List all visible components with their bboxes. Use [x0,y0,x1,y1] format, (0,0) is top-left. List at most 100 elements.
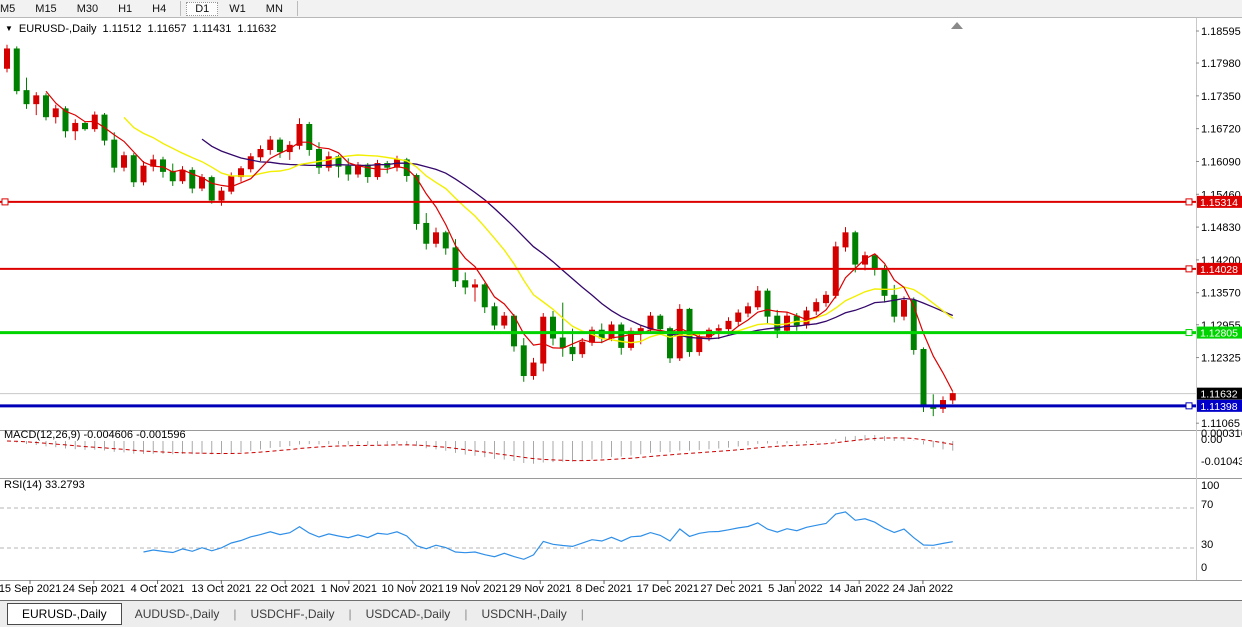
rsi-value: 33.2793 [45,479,85,491]
trading-platform-window: { "toolbar": { "timeframes": [ {"label":… [0,0,1242,627]
date-tick: 4 Oct 2021 [131,583,185,595]
hline-handle[interactable] [1186,403,1192,409]
candle-body [346,166,351,174]
toolbar-separator [180,1,181,16]
candle-body [570,347,575,353]
ohlc-close: 1.11632 [237,23,276,35]
date-tick: 24 Sep 2021 [63,583,125,595]
timeframe-button-mn[interactable]: MN [257,2,292,16]
ohlc-open: 1.11512 [103,23,142,35]
candle-body [638,329,643,332]
candle-body [53,109,58,117]
candle-body [902,301,907,317]
candle-body [24,91,29,104]
candle-body [746,307,751,313]
hlines-layer [0,199,1196,409]
candle-body [209,178,214,200]
rsi-axis-tick: 70 [1201,499,1213,511]
timeframe-button-h4[interactable]: H4 [143,2,175,16]
timeframe-button-w1[interactable]: W1 [220,2,255,16]
date-tick: 14 Jan 2022 [829,583,890,595]
candle-body [307,124,312,149]
chart-title: ▼EURUSD-,Daily1.115121.116571.114311.116… [5,23,276,35]
candle-body [531,363,536,376]
candle-body [580,342,585,353]
candle-body [5,49,10,68]
candle-body [170,171,175,180]
candle-body [551,317,556,338]
hline-handle[interactable] [1186,330,1192,336]
symbol-dropdown-icon[interactable]: ▼ [5,24,13,33]
candle-body [892,295,897,316]
tab-eurusd[interactable]: EURUSD-,Daily [7,603,122,625]
candle-body [141,166,146,182]
date-tick: 1 Nov 2021 [321,583,377,595]
candle-body [872,256,877,270]
timeframe-button-d1[interactable]: D1 [186,2,218,16]
candle-body [658,316,663,329]
rsi-axis-tick: 100 [1201,480,1219,492]
price-badge: 1.11398 [1200,401,1237,413]
candle-body [521,346,526,376]
price-badge: 1.14028 [1200,264,1238,276]
candle-body [375,164,380,177]
rsi-layer: 10070300 [0,480,1219,574]
candle-body [726,321,731,328]
ma-fast-line [46,91,953,391]
price-badge: 1.11632 [1200,389,1237,401]
candle-body [794,316,799,325]
timeframe-button-m5[interactable]: M5 [0,2,24,16]
candle-body [541,317,546,363]
macd-axis-tick: -0.010431 [1201,456,1242,468]
tab-usdchf[interactable]: USDCHF-,Daily [238,604,348,624]
candle-body [248,157,253,169]
candle-body [414,176,419,224]
candle-body [473,285,478,287]
candle-body [229,177,234,192]
rsi-axis-tick: 0 [1201,562,1207,574]
candle-body [443,233,448,248]
hline-handle[interactable] [2,199,8,205]
price-badge: 1.12805 [1200,328,1238,340]
tab-usdcnh[interactable]: USDCNH-,Daily [468,604,579,624]
macd-signal-line [7,438,953,461]
macd-name: MACD(12,26,9) [4,429,80,441]
date-tick: 15 Sep 2021 [0,583,61,595]
timeframe-toolbar: M5M15M30H1H4 D1W1MN [0,0,1242,18]
date-tick: 22 Oct 2021 [255,583,315,595]
price-tick: 1.18595 [1201,26,1241,38]
hline-handle[interactable] [1186,199,1192,205]
timeframe-button-m15[interactable]: M15 [26,2,65,16]
candle-body [14,49,19,91]
candle-body [736,313,741,321]
candle-body [716,329,721,331]
hline-handle[interactable] [1186,266,1192,272]
candle-body [453,248,458,281]
candle-body [755,291,760,307]
candle-body [122,156,127,167]
chart-canvas[interactable]: 1.185951.179801.173501.167201.160901.154… [0,0,1242,627]
macd-layer: 0.00031650.00-0.010431 [7,428,1242,468]
price-tick: 1.16090 [1201,156,1241,168]
tab-audusd[interactable]: AUDUSD-,Daily [122,604,233,624]
price-tick: 1.12325 [1201,353,1241,365]
candle-body [648,316,653,329]
candle-body [180,170,185,180]
tab-usdcad[interactable]: USDCAD-,Daily [353,604,464,624]
candle-body [161,160,166,171]
macd-axis-tick: 0.00 [1201,434,1222,446]
candle-body [131,156,136,182]
candle-body [482,285,487,307]
price-tick: 1.17980 [1201,58,1241,70]
ohlc-low: 1.11431 [192,23,231,35]
candle-body [687,309,692,351]
rsi-name: RSI(14) [4,479,42,491]
candles-layer [5,45,956,416]
tab-separator: | [580,607,585,621]
chart-shift-marker[interactable] [951,22,963,29]
timeframe-button-m30[interactable]: M30 [68,2,107,16]
candle-body [424,223,429,243]
timeframe-button-h1[interactable]: H1 [109,2,141,16]
candle-body [814,303,819,311]
candle-body [83,123,88,128]
